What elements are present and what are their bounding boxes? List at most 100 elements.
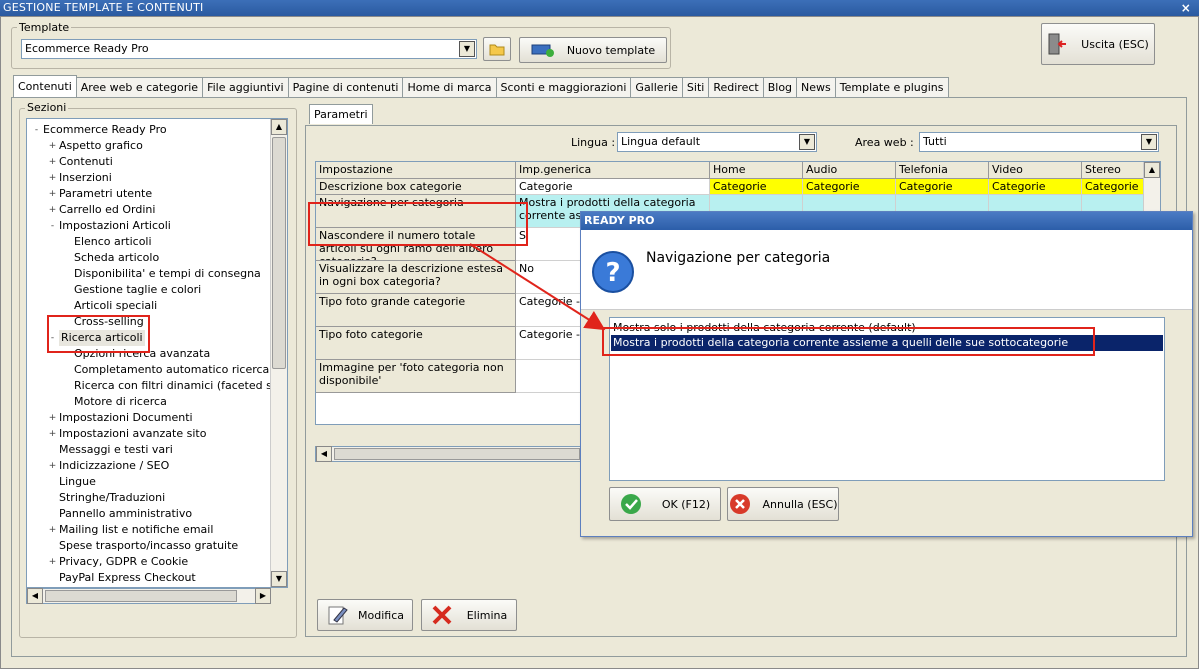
scroll-up-icon[interactable]: ▲: [271, 119, 287, 135]
new-template-button[interactable]: Nuovo template: [519, 37, 667, 63]
cancel-button[interactable]: Annulla (ESC): [727, 487, 839, 521]
grid-hscroll-thumb[interactable]: [334, 448, 580, 460]
expand-icon[interactable]: +: [48, 158, 57, 167]
tab-blog[interactable]: Blog: [762, 77, 798, 97]
tree-item[interactable]: Privacy, GDPR e Cookie: [59, 554, 188, 570]
lingua-select[interactable]: Lingua default ▼: [617, 132, 817, 152]
sections-tree[interactable]: - Ecommerce Ready Pro + Aspetto grafico + Con…: [26, 118, 288, 588]
tree-hscroll-thumb[interactable]: [45, 590, 237, 602]
chevron-down-icon[interactable]: ▼: [459, 41, 475, 57]
delete-button[interactable]: Elimina: [421, 599, 517, 631]
expand-icon[interactable]: +: [48, 414, 57, 423]
area-web-label: Area web :: [855, 136, 914, 149]
tree-item[interactable]: Gestione taglie e colori: [74, 282, 201, 298]
tree-item[interactable]: Ecommerce Ready Pro: [43, 122, 167, 138]
tab-sconti[interactable]: Sconti e maggiorazioni: [495, 77, 632, 97]
tree-item[interactable]: Impostazioni avanzate sito: [59, 426, 206, 442]
tree-vertical-scrollbar[interactable]: ▲ ▼: [270, 119, 287, 587]
close-icon[interactable]: ×: [1181, 0, 1191, 16]
tree-item[interactable]: Indicizzazione / SEO: [59, 458, 169, 474]
tree-item[interactable]: Lingue: [59, 474, 96, 490]
tree-item[interactable]: Spese trasporto/incasso gratuite: [59, 538, 238, 554]
tree-item[interactable]: Elenco articoli: [74, 234, 152, 250]
grid-row-name: Tipo foto grande categorie: [316, 294, 516, 327]
tab-redirect[interactable]: Redirect: [708, 77, 764, 97]
scroll-right-icon[interactable]: ▶: [255, 588, 271, 604]
expand-icon[interactable]: +: [48, 190, 57, 199]
annotation-highlight-ricerca: [47, 315, 150, 353]
tab-gallerie[interactable]: Gallerie: [630, 77, 683, 97]
grid-cell-generic[interactable]: Categorie: [516, 179, 710, 195]
tree-item[interactable]: Messaggi e testi vari: [59, 442, 173, 458]
grid-cell[interactable]: Categorie: [1082, 179, 1145, 195]
tab-contenuti[interactable]: Contenuti: [13, 75, 77, 97]
svg-text:?: ?: [605, 258, 620, 288]
expand-icon[interactable]: +: [48, 174, 57, 183]
expand-icon[interactable]: +: [48, 142, 57, 151]
collapse-icon[interactable]: -: [48, 222, 57, 231]
scroll-up-icon[interactable]: ▲: [1144, 162, 1160, 178]
expand-icon[interactable]: +: [48, 206, 57, 215]
tree-item[interactable]: Carrello ed Ordini: [59, 202, 155, 218]
tree-item[interactable]: Articoli speciali: [74, 298, 157, 314]
tree-item[interactable]: Completamento automatico ricerca: [74, 362, 269, 378]
modify-button[interactable]: Modifica: [317, 599, 413, 631]
grid-column-header: Video: [989, 162, 1082, 179]
tree-item[interactable]: Disponibilita' e tempi di consegna: [74, 266, 261, 282]
ok-button[interactable]: OK (F12): [609, 487, 721, 521]
expand-icon[interactable]: +: [48, 526, 57, 535]
lingua-value: Lingua default: [621, 135, 701, 148]
delete-x-icon: [432, 605, 452, 625]
grid-cell[interactable]: Categorie: [989, 179, 1082, 195]
tree-item[interactable]: Contenuti: [59, 154, 113, 170]
template-select[interactable]: Ecommerce Ready Pro ▼: [21, 39, 477, 59]
tree-item[interactable]: Aspetto grafico: [59, 138, 143, 154]
template-group-label: Template: [17, 21, 72, 34]
collapse-icon[interactable]: -: [32, 126, 41, 135]
window-title: GESTIONE TEMPLATE E CONTENUTI: [3, 1, 204, 14]
scroll-left-icon[interactable]: ◀: [316, 446, 332, 462]
tab-aree-web[interactable]: Aree web e categorie: [75, 77, 204, 97]
tree-item[interactable]: Ricerca con filtri dinamici (faceted sea…: [74, 378, 287, 394]
tab-file-aggiuntivi[interactable]: File aggiuntivi: [202, 77, 289, 97]
tree-item[interactable]: Impostazioni Articoli: [59, 218, 171, 234]
tab-news[interactable]: News: [796, 77, 836, 97]
tree-horizontal-scrollbar[interactable]: ◀ ▶: [26, 588, 271, 604]
grid-horizontal-scrollbar[interactable]: ◀: [315, 446, 585, 462]
tab-pagine-contenuti[interactable]: Pagine di contenuti: [287, 77, 404, 97]
chevron-down-icon[interactable]: ▼: [799, 134, 815, 150]
tree-item[interactable]: Impostazioni Documenti: [59, 410, 193, 426]
tab-parametri[interactable]: Parametri: [309, 104, 373, 124]
tree-item[interactable]: Pannello amministrativo: [59, 506, 192, 522]
tree-item[interactable]: Stringhe/Traduzioni: [59, 490, 165, 506]
area-web-select[interactable]: Tutti ▼: [919, 132, 1159, 152]
exit-button[interactable]: Uscita (ESC): [1041, 23, 1155, 65]
tree-item[interactable]: Parametri utente: [59, 186, 152, 202]
expand-icon[interactable]: +: [48, 558, 57, 567]
expand-icon[interactable]: +: [48, 462, 57, 471]
delete-label: Elimina: [466, 608, 508, 622]
grid-cell[interactable]: Categorie: [803, 179, 896, 195]
open-folder-button[interactable]: [483, 37, 511, 61]
tab-template-plugins[interactable]: Template e plugins: [834, 77, 949, 97]
scroll-left-icon[interactable]: ◀: [27, 588, 43, 604]
grid-row-name: Tipo foto categorie: [316, 327, 516, 360]
chevron-down-icon[interactable]: ▼: [1141, 134, 1157, 150]
grid-cell[interactable]: Categorie: [710, 179, 803, 195]
tree-item[interactable]: Inserzioni: [59, 170, 112, 186]
tree-item[interactable]: Motore di ricerca: [74, 394, 167, 410]
tree-item[interactable]: Scheda articolo: [74, 250, 159, 266]
tab-home-marca[interactable]: Home di marca: [402, 77, 497, 97]
new-template-label: Nuovo template: [566, 43, 656, 57]
tab-siti[interactable]: Siti: [681, 77, 710, 97]
tree-item[interactable]: PayPal Express Checkout: [59, 570, 196, 586]
tree-scroll-thumb[interactable]: [272, 137, 286, 369]
tree-item[interactable]: Mailing list e notifiche email: [59, 522, 213, 538]
new-template-icon: [531, 44, 554, 57]
template-select-value: Ecommerce Ready Pro: [25, 42, 149, 55]
expand-icon[interactable]: +: [48, 430, 57, 439]
scroll-down-icon[interactable]: ▼: [271, 571, 287, 587]
grid-cell[interactable]: Categorie: [896, 179, 989, 195]
annotation-highlight-option: [602, 327, 1095, 356]
grid-column-header: Home: [710, 162, 803, 179]
